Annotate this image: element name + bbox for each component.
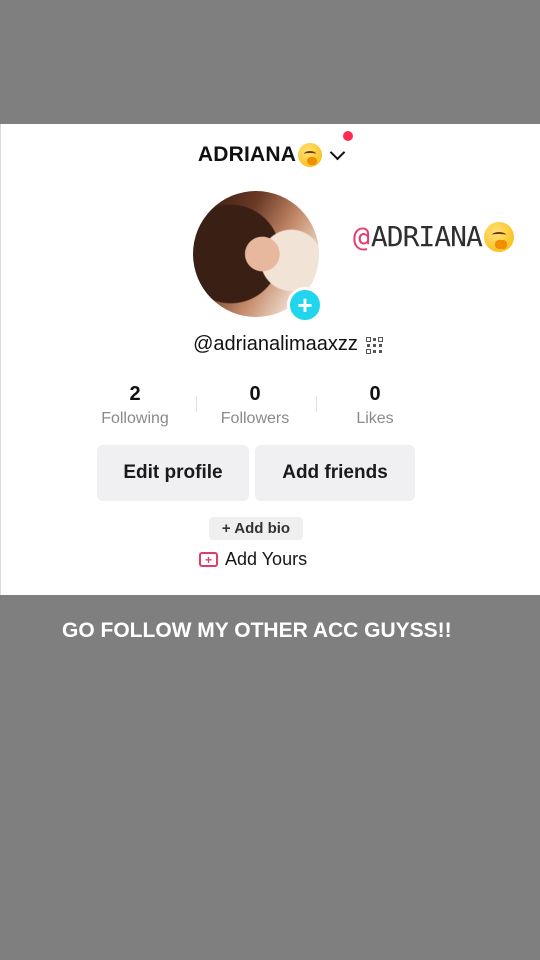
username-sticker: @ ADRIANA	[353, 220, 514, 253]
add-photo-button[interactable]: +	[287, 287, 323, 323]
chevron-down-icon[interactable]	[329, 144, 346, 161]
profile-title: ADRIANA	[197, 143, 297, 166]
stat-likes[interactable]: 0 Likes	[315, 382, 435, 428]
stat-following[interactable]: 2 Following	[75, 382, 195, 428]
stat-divider	[196, 396, 197, 412]
handle-row: @adrianalimaaxzz	[1, 333, 540, 356]
hand-over-mouth-emoji-icon	[483, 221, 514, 252]
at-sign: @	[353, 220, 370, 253]
add-bio-button[interactable]: + Add bio	[209, 517, 303, 540]
stats-row: 2 Following 0 Followers 0 Likes	[75, 382, 437, 428]
edit-profile-button[interactable]: Edit profile	[97, 445, 249, 501]
stat-value: 0	[249, 383, 261, 405]
sticker-name: ADRIANA	[370, 220, 483, 253]
stat-followers[interactable]: 0 Followers	[195, 382, 315, 428]
profile-card: ADRIANA + @ ADRIANA @adrianalimaaxzz 2 F…	[0, 124, 540, 595]
add-yours-icon: +	[199, 552, 218, 567]
add-friends-button[interactable]: Add friends	[255, 445, 415, 501]
notification-dot	[343, 131, 353, 141]
stat-divider	[316, 396, 317, 412]
overlay-caption: GO FOLLOW MY OTHER ACC GUYSS!!	[62, 619, 452, 642]
profile-header[interactable]: ADRIANA	[1, 140, 540, 170]
stat-value: 2	[129, 383, 141, 405]
stat-value: 0	[369, 383, 381, 405]
profile-handle: @adrianalimaaxzz	[193, 333, 358, 355]
stat-label: Followers	[220, 410, 290, 427]
add-yours-label: Add Yours	[225, 549, 308, 569]
add-yours-link[interactable]: + Add Yours	[199, 549, 307, 570]
stat-label: Likes	[356, 410, 394, 427]
qr-code-icon[interactable]	[365, 336, 383, 354]
stat-label: Following	[101, 410, 169, 427]
hand-over-mouth-emoji-icon	[298, 143, 323, 167]
